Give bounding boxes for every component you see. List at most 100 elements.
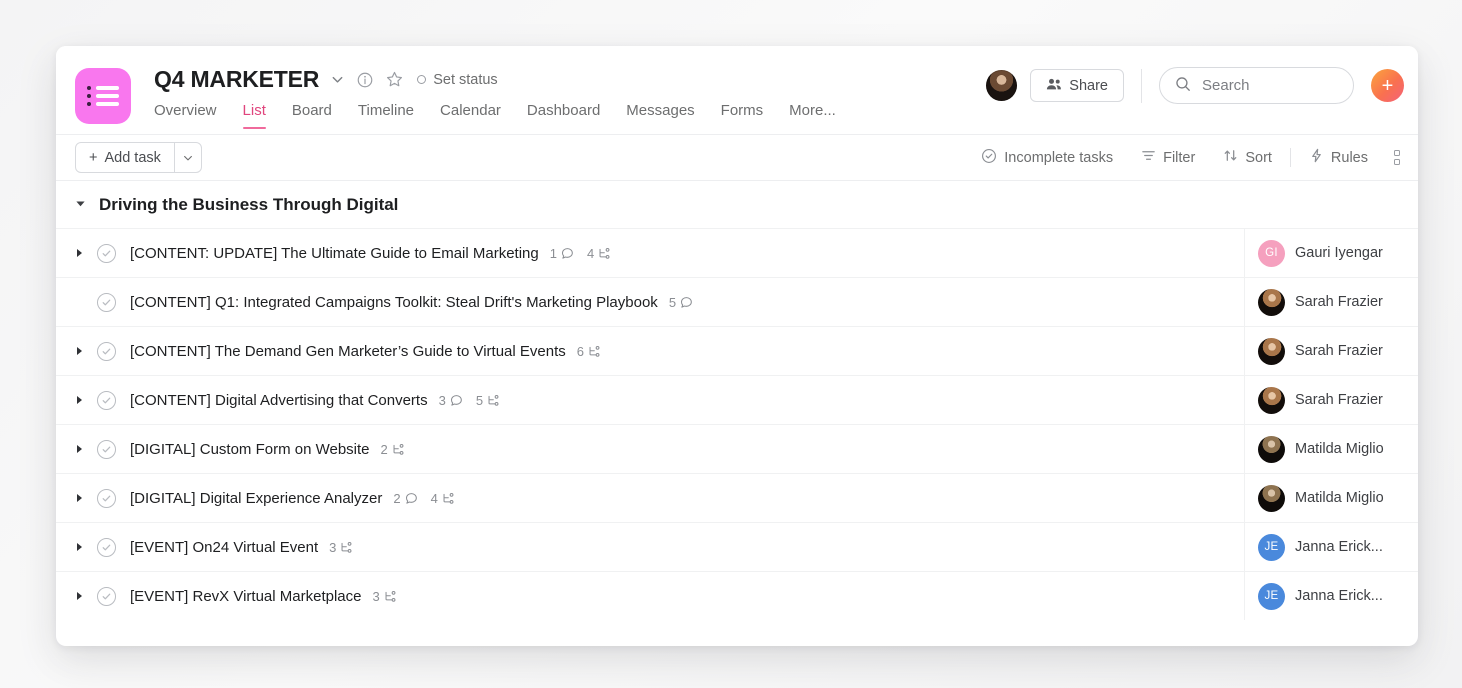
task-meta: 6 <box>577 344 601 359</box>
subtask-icon <box>392 443 405 456</box>
add-task-dropdown[interactable] <box>173 143 201 172</box>
check-circle-icon <box>981 148 997 168</box>
tab-messages[interactable]: Messages <box>613 102 707 129</box>
incomplete-tasks-filter[interactable]: Incomplete tasks <box>967 148 1127 168</box>
expand-icon[interactable] <box>75 444 97 454</box>
set-status-button[interactable]: Set status <box>417 72 498 88</box>
table-row[interactable]: [EVENT] RevX Virtual Marketplace 3 JE Ja… <box>56 571 1418 620</box>
info-icon[interactable] <box>356 71 374 89</box>
task-name[interactable]: [CONTENT] Q1: Integrated Campaigns Toolk… <box>130 294 658 311</box>
divider <box>1141 68 1142 103</box>
assignee-cell[interactable]: GI Gauri Iyengar <box>1244 229 1418 277</box>
task-name[interactable]: [DIGITAL] Digital Experience Analyzer <box>130 490 382 507</box>
avatar-initials: GI <box>1265 247 1278 259</box>
complete-task-checkbox[interactable] <box>97 439 116 459</box>
tab-timeline[interactable]: Timeline <box>345 102 427 129</box>
assignee-cell[interactable]: JE Janna Erick... <box>1244 572 1418 620</box>
subtask-icon <box>487 394 500 407</box>
caret-down-icon[interactable] <box>75 198 86 212</box>
search-placeholder: Search <box>1202 77 1250 94</box>
star-icon[interactable] <box>385 70 404 89</box>
avatar <box>1258 435 1285 463</box>
table-row[interactable]: [CONTENT: UPDATE] The Ultimate Guide to … <box>56 228 1418 277</box>
task-name[interactable]: [CONTENT] The Demand Gen Marketer’s Guid… <box>130 343 566 360</box>
expand-icon[interactable] <box>75 542 97 552</box>
assignee-cell[interactable]: Matilda Miglio <box>1244 425 1418 473</box>
task-meta: 2 <box>381 442 405 457</box>
expand-icon[interactable] <box>75 395 97 405</box>
share-label: Share <box>1069 77 1108 94</box>
add-task-button[interactable]: + Add task <box>75 142 202 173</box>
comment-count: 5 <box>669 295 693 310</box>
complete-task-checkbox[interactable] <box>97 586 116 606</box>
tab-board[interactable]: Board <box>279 102 345 129</box>
subtask-count: 6 <box>577 344 601 359</box>
table-row[interactable]: [DIGITAL] Digital Experience Analyzer 2 … <box>56 473 1418 522</box>
lightning-icon <box>1309 148 1324 167</box>
table-row[interactable]: [CONTENT] The Demand Gen Marketer’s Guid… <box>56 326 1418 375</box>
task-name[interactable]: [CONTENT] Digital Advertising that Conve… <box>130 392 428 409</box>
avatar <box>1258 386 1285 414</box>
section-header[interactable]: Driving the Business Through Digital <box>56 181 1418 228</box>
search-input[interactable]: Search <box>1159 67 1354 104</box>
task-meta: 1 4 <box>550 246 611 261</box>
subtask-count: 2 <box>381 442 405 457</box>
complete-task-checkbox[interactable] <box>97 488 116 508</box>
assignee-name: Matilda Miglio <box>1295 441 1384 457</box>
subtask-count-value: 6 <box>576 343 584 359</box>
complete-task-checkbox[interactable] <box>97 537 116 557</box>
tab-list[interactable]: List <box>230 102 279 129</box>
complete-task-checkbox[interactable] <box>97 243 116 263</box>
assignee-cell[interactable]: Sarah Frazier <box>1244 278 1418 326</box>
table-row[interactable]: [CONTENT] Digital Advertising that Conve… <box>56 375 1418 424</box>
assignee-cell[interactable]: Sarah Frazier <box>1244 376 1418 424</box>
tab-overview[interactable]: Overview <box>154 102 230 129</box>
assignee-cell[interactable]: Sarah Frazier <box>1244 327 1418 375</box>
complete-task-checkbox[interactable] <box>97 292 116 312</box>
title-row: Q4 MARKETER Set status <box>154 66 498 93</box>
table-row[interactable]: [CONTENT] Q1: Integrated Campaigns Toolk… <box>56 277 1418 326</box>
task-meta: 5 <box>669 295 693 310</box>
task-name[interactable]: [EVENT] On24 Virtual Event <box>130 539 318 556</box>
tab-forms[interactable]: Forms <box>708 102 777 129</box>
table-row[interactable]: [EVENT] On24 Virtual Event 3 JE Janna Er… <box>56 522 1418 571</box>
subtask-icon <box>384 590 397 603</box>
tab-label: Board <box>291 102 332 119</box>
subtask-count-value: 4 <box>586 245 595 261</box>
task-name[interactable]: [DIGITAL] Custom Form on Website <box>130 441 370 458</box>
avatar: JE <box>1258 582 1285 610</box>
toolbar-actions: Incomplete tasks Filter Sort Rules <box>967 148 1406 168</box>
share-button[interactable]: Share <box>1030 69 1124 102</box>
sort-label: Sort <box>1245 149 1272 166</box>
tab-more[interactable]: More... <box>776 102 849 129</box>
filter-button[interactable]: Filter <box>1127 148 1209 167</box>
tab-dashboard[interactable]: Dashboard <box>514 102 613 129</box>
rules-button[interactable]: Rules <box>1295 148 1382 167</box>
customize-icon[interactable] <box>1382 150 1406 165</box>
assignee-name: Matilda Miglio <box>1295 490 1384 506</box>
people-icon <box>1046 77 1062 95</box>
task-name[interactable]: [EVENT] RevX Virtual Marketplace <box>130 588 361 605</box>
chevron-down-icon[interactable] <box>330 72 345 87</box>
task-name[interactable]: [CONTENT: UPDATE] The Ultimate Guide to … <box>130 245 539 262</box>
app-window: Q4 MARKETER Set status Overview List Boa… <box>56 46 1418 646</box>
table-row[interactable]: [DIGITAL] Custom Form on Website 2 Matil… <box>56 424 1418 473</box>
tab-calendar[interactable]: Calendar <box>427 102 514 129</box>
complete-task-checkbox[interactable] <box>97 390 116 410</box>
expand-icon[interactable] <box>75 248 97 258</box>
sort-button[interactable]: Sort <box>1209 148 1286 167</box>
expand-icon[interactable] <box>75 591 97 601</box>
tab-label: Forms <box>720 102 764 119</box>
list-icon <box>75 68 131 124</box>
avatar[interactable] <box>986 70 1018 101</box>
assignee-cell[interactable]: Matilda Miglio <box>1244 474 1418 522</box>
tab-label: More... <box>789 102 836 119</box>
expand-icon[interactable] <box>75 493 97 503</box>
subtask-count-value: 5 <box>475 392 484 408</box>
complete-task-checkbox[interactable] <box>97 341 116 361</box>
assignee-cell[interactable]: JE Janna Erick... <box>1244 523 1418 571</box>
plus-icon: + <box>1381 74 1394 97</box>
tab-label: Calendar <box>440 102 501 119</box>
expand-icon[interactable] <box>75 346 97 356</box>
create-button[interactable]: + <box>1371 69 1404 102</box>
